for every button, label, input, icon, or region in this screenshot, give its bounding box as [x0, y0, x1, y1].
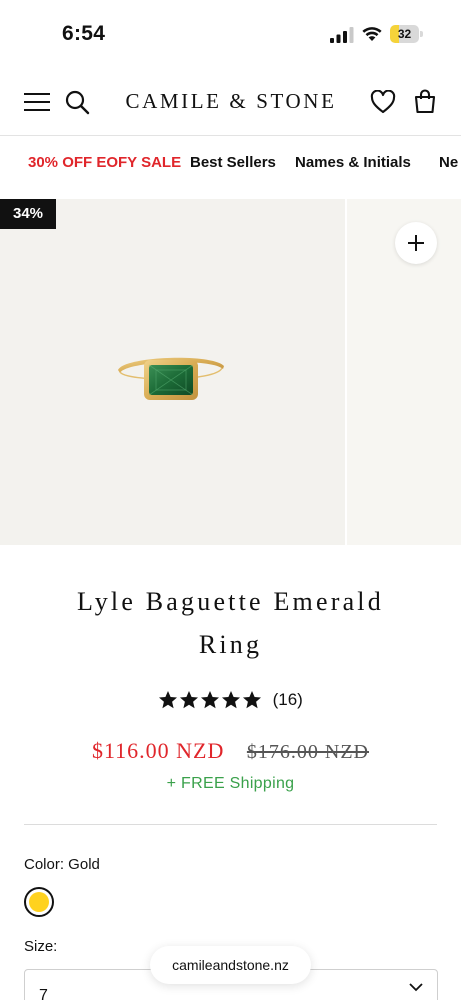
- product-rating[interactable]: (16): [0, 690, 461, 716]
- browser-url-bar[interactable]: camileandstone.nz: [150, 946, 311, 984]
- nav-item-truncated[interactable]: Ne: [439, 154, 458, 171]
- product-image-ring: [118, 357, 224, 400]
- search-icon[interactable]: [64, 89, 90, 115]
- zoom-plus-icon[interactable]: [395, 222, 437, 264]
- sale-price: $116.00 NZD: [91, 738, 225, 763]
- rating-stars: [158, 690, 263, 710]
- heart-icon[interactable]: [370, 90, 396, 114]
- review-count[interactable]: (16): [273, 690, 303, 710]
- star-icon: [180, 691, 199, 709]
- size-label: Size:: [24, 938, 58, 955]
- nav-item-names-initials[interactable]: Names & Initials: [295, 154, 411, 171]
- star-icon: [159, 691, 178, 709]
- nav-item-best-sellers[interactable]: Best Sellers: [190, 154, 276, 171]
- product-title-line-2: Ring: [198, 630, 263, 659]
- product-gallery[interactable]: 34%: [0, 199, 461, 545]
- hamburger-menu-icon[interactable]: [24, 91, 50, 113]
- status-bar: 6:54 32: [0, 0, 461, 70]
- status-time: 6:54: [62, 22, 106, 45]
- product-title: Lyle Baguette Emerald Ring: [20, 580, 441, 666]
- category-nav: 30% OFF EOFY SALE Best Sellers Names & I…: [0, 137, 461, 189]
- price-row: $116.00 NZD $176.00 NZD: [0, 738, 461, 764]
- divider: [24, 824, 437, 825]
- star-icon: [222, 691, 241, 709]
- product-title-line-1: Lyle Baguette Emerald: [77, 587, 384, 616]
- free-shipping-note: + FREE Shipping: [166, 775, 295, 792]
- chevron-down-icon: [409, 983, 423, 992]
- star-icon: [243, 691, 262, 709]
- cellular-signal-icon: [330, 27, 354, 43]
- color-label: Color: Gold: [24, 856, 100, 873]
- discount-badge: 34%: [0, 199, 56, 229]
- size-selected-value: 7: [39, 987, 48, 1000]
- shopping-bag-icon[interactable]: [413, 88, 437, 114]
- battery-indicator: 32: [390, 25, 423, 43]
- brand-logo[interactable]: CAMILE & STONE: [124, 89, 338, 114]
- battery-percent: 32: [397, 27, 412, 41]
- color-swatch-gold[interactable]: [24, 887, 54, 917]
- star-icon: [201, 691, 220, 709]
- wifi-icon: [362, 27, 382, 41]
- nav-item-eofy-sale[interactable]: 30% OFF EOFY SALE: [28, 154, 181, 171]
- compare-at-price: $176.00 NZD: [246, 741, 369, 763]
- site-header: CAMILE & STONE: [0, 70, 461, 136]
